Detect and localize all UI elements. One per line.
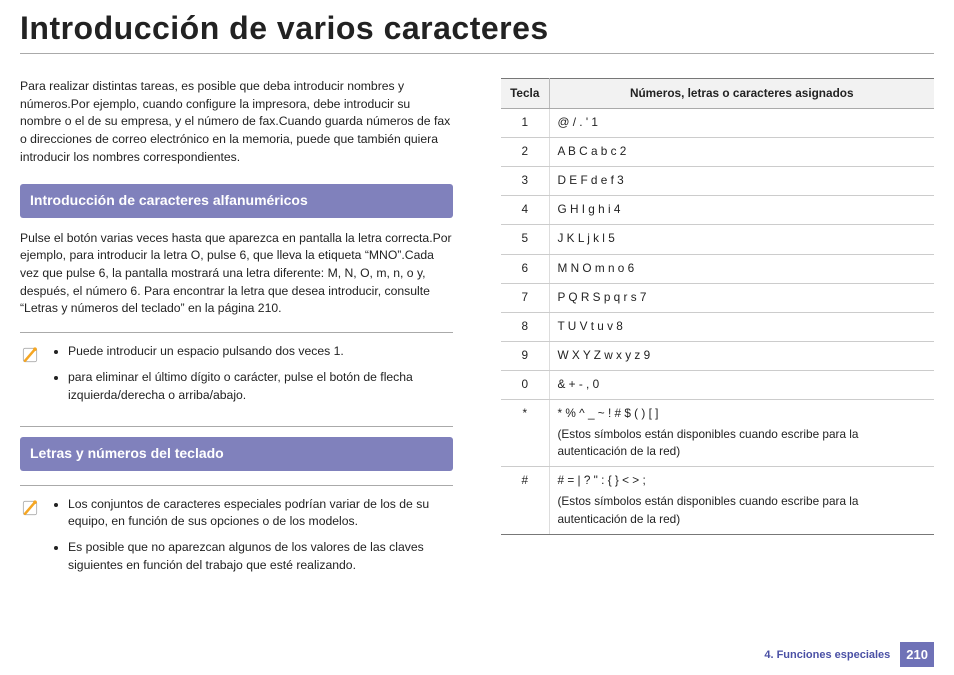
page-footer: 4. Funciones especiales 210 (20, 638, 934, 667)
page-title: Introducción de varios caracteres (20, 10, 934, 54)
value-cell: A B C a b c 2 (549, 138, 934, 167)
table-row: 2A B C a b c 2 (501, 138, 934, 167)
table-row: 0& + - , 0 (501, 370, 934, 399)
table-row: 1@ / . ' 1 (501, 109, 934, 138)
value-cell: M N O m n o 6 (549, 254, 934, 283)
note-list: Puede introducir un espacio pulsando dos… (50, 343, 453, 412)
value-cell: T U V t u v 8 (549, 312, 934, 341)
key-cell: * (501, 400, 549, 467)
value-cell: & + - , 0 (549, 370, 934, 399)
right-column: Tecla Números, letras o caracteres asign… (501, 78, 934, 638)
table-row: 9W X Y Z w x y z 9 (501, 341, 934, 370)
note-item: Puede introducir un espacio pulsando dos… (68, 343, 453, 361)
table-row: 6M N O m n o 6 (501, 254, 934, 283)
key-cell: 3 (501, 167, 549, 196)
section-heading-keymap: Letras y números del teclado (20, 437, 453, 470)
value-cell: J K L j k l 5 (549, 225, 934, 254)
key-cell: # (501, 467, 549, 534)
note-icon (20, 345, 40, 365)
col-header-key: Tecla (501, 79, 549, 109)
key-map-table: Tecla Números, letras o caracteres asign… (501, 78, 934, 535)
value-cell: P Q R S p q r s 7 (549, 283, 934, 312)
manual-page: Introducción de varios caracteres Para r… (0, 0, 954, 675)
key-cell: 9 (501, 341, 549, 370)
value-cell: * % ^ _ ~ ! # $ ( ) [ ](Estos símbolos e… (549, 400, 934, 467)
table-row: ** % ^ _ ~ ! # $ ( ) [ ](Estos símbolos … (501, 400, 934, 467)
note-item: Es posible que no aparezcan algunos de l… (68, 539, 453, 574)
table-row: ## = | ? " : { } < > ;(Estos símbolos es… (501, 467, 934, 534)
note-block-1: Puede introducir un espacio pulsando dos… (20, 343, 453, 412)
note-icon (20, 498, 40, 518)
table-row: 8T U V t u v 8 (501, 312, 934, 341)
table-row: 3D E F d e f 3 (501, 167, 934, 196)
value-cell: G H I g h i 4 (549, 196, 934, 225)
note-item: Los conjuntos de caracteres especiales p… (68, 496, 453, 531)
value-extra: (Estos símbolos están disponibles cuando… (558, 426, 927, 460)
value-extra: (Estos símbolos están disponibles cuando… (558, 493, 927, 527)
left-column: Para realizar distintas tareas, es posib… (20, 78, 453, 638)
key-cell: 8 (501, 312, 549, 341)
key-cell: 1 (501, 109, 549, 138)
chapter-label: 4. Funciones especiales (764, 649, 890, 661)
section-heading-alphanumeric: Introducción de caracteres alfanuméricos (20, 184, 453, 217)
divider (20, 485, 453, 486)
divider (20, 332, 453, 333)
page-number: 210 (900, 642, 934, 667)
key-cell: 7 (501, 283, 549, 312)
value-cell: D E F d e f 3 (549, 167, 934, 196)
divider (20, 426, 453, 427)
value-cell: @ / . ' 1 (549, 109, 934, 138)
note-item: para eliminar el último dígito o carácte… (68, 369, 453, 404)
key-cell: 2 (501, 138, 549, 167)
value-cell: W X Y Z w x y z 9 (549, 341, 934, 370)
col-header-value: Números, letras o caracteres asignados (549, 79, 934, 109)
note-block-2: Los conjuntos de caracteres especiales p… (20, 496, 453, 583)
value-cell: # = | ? " : { } < > ;(Estos símbolos est… (549, 467, 934, 534)
key-cell: 0 (501, 370, 549, 399)
intro-paragraph: Para realizar distintas tareas, es posib… (20, 78, 453, 166)
key-cell: 4 (501, 196, 549, 225)
key-cell: 6 (501, 254, 549, 283)
two-column-layout: Para realizar distintas tareas, es posib… (20, 78, 934, 638)
table-row: 4G H I g h i 4 (501, 196, 934, 225)
table-header-row: Tecla Números, letras o caracteres asign… (501, 79, 934, 109)
key-cell: 5 (501, 225, 549, 254)
section1-body: Pulse el botón varias veces hasta que ap… (20, 230, 453, 318)
note-list: Los conjuntos de caracteres especiales p… (50, 496, 453, 583)
table-row: 7P Q R S p q r s 7 (501, 283, 934, 312)
table-row: 5J K L j k l 5 (501, 225, 934, 254)
